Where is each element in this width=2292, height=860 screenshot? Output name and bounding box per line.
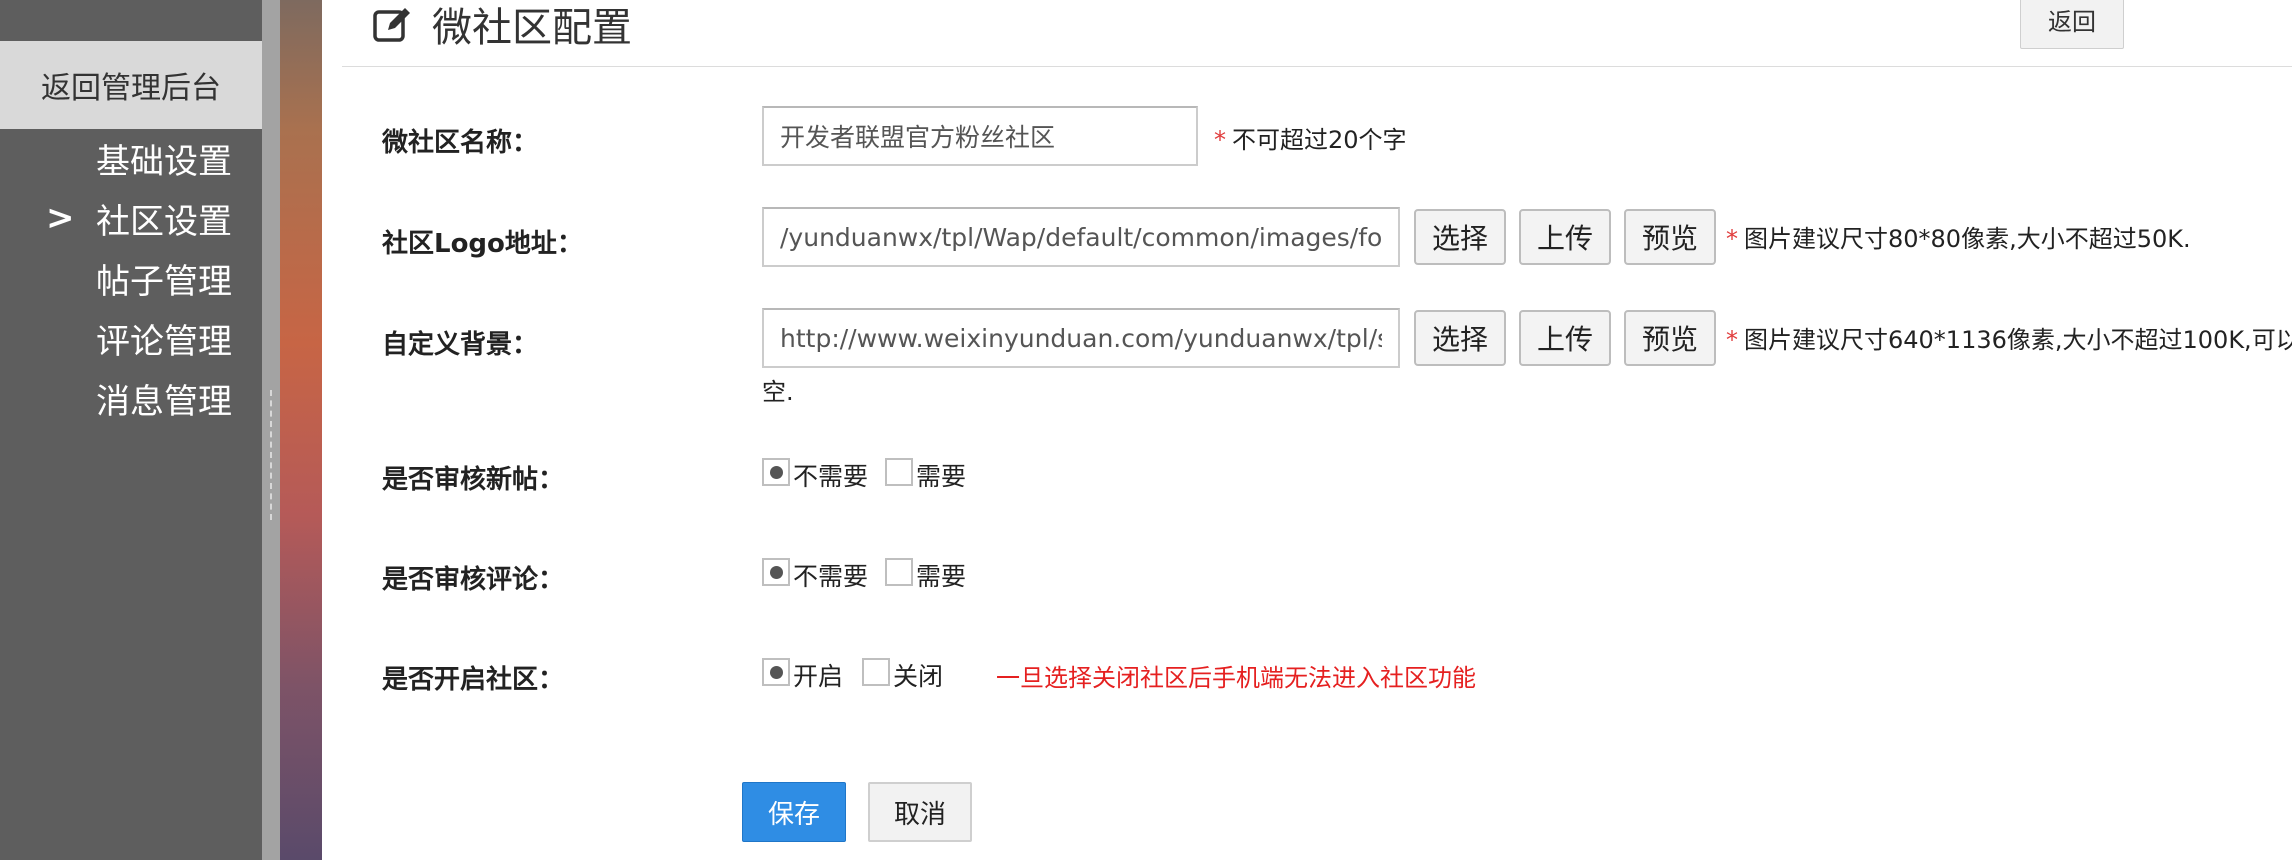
sidebar-item-label: 评论管理 [96, 321, 232, 362]
radio-label: 不需要 [793, 562, 869, 591]
page-title: 微社区配置 [432, 5, 632, 51]
sidebar: 返回管理后台 基础设置 > 社区设置 帖子管理 评论管理 消息管理 [0, 0, 262, 860]
background-upload-button[interactable]: 上传 [1519, 310, 1611, 366]
radio-label: 关闭 [893, 662, 944, 691]
radio-label: 需要 [916, 562, 967, 591]
sidebar-item-label: 基础设置 [96, 141, 232, 182]
name-label: 微社区名称： [382, 128, 539, 158]
review-posts-option-no[interactable] [762, 458, 790, 486]
header-divider [342, 66, 2292, 67]
sidebar-item-message-management[interactable]: 消息管理 [0, 368, 262, 428]
back-to-admin-button[interactable]: 返回管理后台 [0, 41, 262, 129]
close-community-warning: 一旦选择关闭社区后手机端无法进入社区功能 [996, 664, 1476, 692]
active-arrow-icon: > [46, 198, 75, 238]
review-posts-option-yes[interactable] [885, 458, 913, 486]
panel-splitter[interactable] [280, 0, 322, 860]
radio-label: 开启 [793, 662, 844, 691]
save-button[interactable]: 保存 [742, 782, 846, 842]
logo-label: 社区Logo地址： [382, 229, 583, 259]
sidebar-item-community-settings[interactable]: > 社区设置 [0, 188, 262, 248]
background-url-input[interactable] [762, 308, 1400, 368]
background-hint-continued: 空. [762, 378, 794, 406]
logo-preview-button[interactable]: 预览 [1624, 209, 1716, 265]
main-content: 微社区配置 返回 微社区名称： *不可超过20个字 社区Logo地址： 选择 上… [322, 0, 2292, 860]
open-community-label: 是否开启社区： [382, 665, 565, 695]
review-posts-label: 是否审核新帖： [382, 465, 565, 495]
sidebar-item-basic-settings[interactable]: 基础设置 [0, 128, 262, 188]
splitter-grip-handle[interactable] [270, 390, 272, 520]
review-comments-option-no[interactable] [762, 558, 790, 586]
sidebar-item-comment-management[interactable]: 评论管理 [0, 308, 262, 368]
radio-label: 不需要 [793, 462, 869, 491]
logo-upload-button[interactable]: 上传 [1519, 209, 1611, 265]
sidebar-item-label: 消息管理 [96, 381, 232, 422]
radio-label: 需要 [916, 462, 967, 491]
logo-hint: * 图片建议尺寸80*80像素,大小不超过50K. [1726, 225, 2191, 253]
logo-url-input[interactable] [762, 207, 1400, 267]
background-select-button[interactable]: 选择 [1414, 310, 1506, 366]
sidebar-nav: 基础设置 > 社区设置 帖子管理 评论管理 消息管理 [0, 128, 262, 428]
edit-icon [373, 8, 410, 42]
back-button[interactable]: 返回 [2020, 0, 2124, 49]
background-hint: * 图片建议尺寸640*1136像素,大小不超过100K,可以留 [1726, 326, 2292, 354]
background-label: 自定义背景： [382, 330, 539, 360]
open-community-option-off[interactable] [862, 658, 890, 686]
review-comments-option-yes[interactable] [885, 558, 913, 586]
sidebar-item-label: 帖子管理 [96, 261, 232, 302]
cancel-button[interactable]: 取消 [868, 782, 972, 842]
community-name-input[interactable] [762, 106, 1198, 166]
sidebar-item-post-management[interactable]: 帖子管理 [0, 248, 262, 308]
background-preview-button[interactable]: 预览 [1624, 310, 1716, 366]
open-community-option-on[interactable] [762, 658, 790, 686]
sidebar-item-label: 社区设置 [96, 201, 232, 242]
review-comments-label: 是否审核评论： [382, 565, 565, 595]
logo-select-button[interactable]: 选择 [1414, 209, 1506, 265]
name-hint: * 不可超过20个字 [1214, 126, 1407, 154]
page-header: 微社区配置 [372, 0, 632, 51]
